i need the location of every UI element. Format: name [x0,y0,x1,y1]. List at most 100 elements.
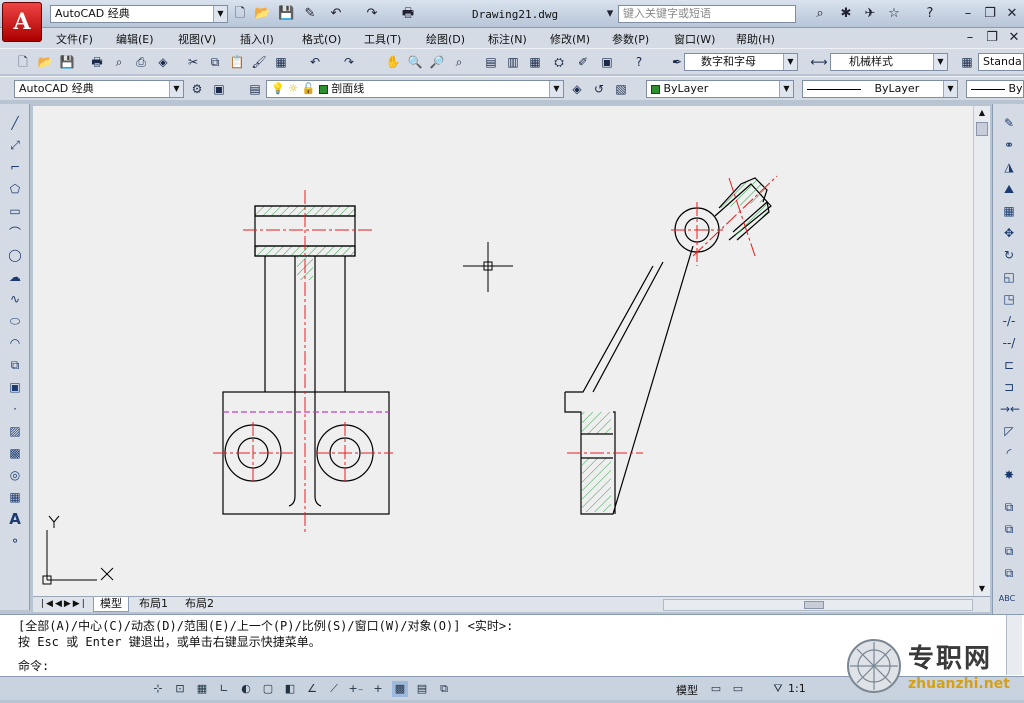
menu-edit[interactable]: 编辑(E) [116,31,154,47]
break-icon[interactable]: ⊐ [1000,378,1018,396]
chevron-down-icon[interactable]: ▼ [933,54,947,70]
layer-previous-icon[interactable]: ↺ [590,80,608,98]
hscroll-thumb[interactable] [804,601,824,609]
favorites-icon[interactable]: ☆ [886,6,902,22]
open-icon[interactable]: 📂 [254,6,270,22]
add-selected-icon[interactable]: ⚬ [6,532,24,550]
array-icon[interactable]: ▦ [1000,202,1018,220]
tab-model[interactable]: 模型 [93,597,129,612]
restore-icon[interactable]: ❐ [982,6,998,22]
markup-icon[interactable]: ✐ [574,53,592,71]
workspace-settings-icon[interactable]: ⚙ [188,80,206,98]
draworder-above-icon[interactable]: ⧉ [1000,542,1018,560]
dynamic-input-icon[interactable]: +₋ [348,681,364,697]
cut-icon[interactable]: ✂ [184,53,202,71]
zoom-previous-icon[interactable]: ⌕ [450,53,468,71]
plot-preview-icon[interactable]: ⌕ [110,53,128,71]
annotation-scale-value[interactable]: 1:1 [788,682,806,695]
polygon-icon[interactable]: ⬠ [6,180,24,198]
help-search-input[interactable]: 键入关键字或短语 [618,5,796,23]
undo-icon[interactable]: ↶ [328,6,344,22]
insert-block-icon[interactable]: ⧉ [6,356,24,374]
match-properties-icon[interactable]: 🖌 [250,53,268,71]
pan-icon[interactable]: ✋ [384,53,402,71]
scale-icon[interactable]: ◱ [1000,268,1018,286]
3d-dwf-icon[interactable]: ◈ [154,53,172,71]
dim-style-select[interactable]: 机械样式 ▼ [830,53,948,71]
menu-format[interactable]: 格式(O) [302,31,341,47]
move-icon[interactable]: ✥ [1000,224,1018,242]
quick-view-drawings-icon[interactable]: ▭ [730,681,746,697]
publish-icon[interactable]: ⎙ [132,53,150,71]
draworder-front-icon[interactable]: ⧉ [1000,498,1018,516]
help-icon[interactable]: ? [922,6,938,22]
communication-icon[interactable]: ✈ [862,6,878,22]
tool-palettes-icon[interactable]: ▦ [526,53,544,71]
scroll-down-arrow[interactable]: ▼ [974,582,990,596]
menu-file[interactable]: 文件(F) [56,31,93,47]
layer-select[interactable]: 💡 ☼ 🔓 剖面线 ▼ [266,80,564,98]
3d-object-snap-icon[interactable]: ◧ [282,681,298,697]
help-icon[interactable]: ? [630,53,648,71]
plot-icon[interactable]: 🖶 [88,53,106,71]
chevron-down-icon[interactable]: ▼ [213,6,227,22]
erase-icon[interactable]: ✎ [1000,114,1018,132]
tab-layout1[interactable]: 布局1 [133,597,174,612]
workspace-switcher[interactable]: AutoCAD 经典 ▼ [50,5,228,23]
make-block-icon[interactable]: ▣ [6,378,24,396]
chevron-down-icon[interactable]: ▼ [169,81,183,97]
command-prompt[interactable]: 命令: [18,657,49,674]
multiline-text-icon[interactable]: A [6,510,24,528]
horizontal-scrollbar[interactable] [663,599,973,611]
binoculars-icon[interactable]: ⌕ [812,6,828,22]
zoom-window-icon[interactable]: 🔎 [428,53,446,71]
tab-layout2[interactable]: 布局2 [179,597,220,612]
calculator-icon[interactable]: ▣ [598,53,616,71]
design-center-icon[interactable]: ▥ [504,53,522,71]
revision-cloud-icon[interactable]: ☁ [6,268,24,286]
menu-insert[interactable]: 插入(I) [240,31,274,47]
spline-icon[interactable]: ∿ [6,290,24,308]
table-style-icon[interactable]: ▦ [958,53,976,71]
grid-display-icon[interactable]: ▦ [194,681,210,697]
dim-style-icon[interactable]: ⟷ [810,53,828,71]
scroll-thumb[interactable] [976,122,988,136]
chamfer-icon[interactable]: ◸ [1000,422,1018,440]
arc-icon[interactable]: ⌒ [6,224,24,242]
region-icon[interactable]: ◎ [6,466,24,484]
snap-mode-icon[interactable]: ⊡ [172,681,188,697]
save-icon[interactable]: 💾 [58,53,76,71]
extend-icon[interactable]: --/ [1000,334,1018,352]
mirror-icon[interactable]: ◮ [1000,158,1018,176]
workspaces-select[interactable]: AutoCAD 经典 ▼ [14,80,184,98]
menu-parametric[interactable]: 参数(P) [612,31,649,47]
circle-icon[interactable]: ◯ [6,246,24,264]
table-icon[interactable]: ▦ [6,488,24,506]
ellipse-arc-icon[interactable]: ◠ [6,334,24,352]
lineweight-select[interactable]: By [966,80,1024,98]
block-editor-icon[interactable]: ▦ [272,53,290,71]
menu-view[interactable]: 视图(V) [178,31,216,47]
save-icon[interactable]: 💾 [278,6,294,22]
lineweight-icon[interactable]: + [370,681,386,697]
rotate-icon[interactable]: ↻ [1000,246,1018,264]
text-order-icon[interactable]: ABC [998,590,1016,608]
ortho-mode-icon[interactable]: ∟ [216,681,232,697]
text-style-select[interactable]: 数字和字母 ▼ [684,53,798,71]
zoom-realtime-icon[interactable]: 🔍 [406,53,424,71]
doc-close-icon[interactable]: ✕ [1006,30,1022,46]
doc-restore-icon[interactable]: ❐ [984,30,1000,46]
dropdown-icon[interactable]: ▾ [602,6,618,22]
redo-icon[interactable]: ↷ [364,6,380,22]
minimize-icon[interactable]: – [960,6,976,22]
offset-icon[interactable]: ⛰ [1000,180,1018,198]
chevron-down-icon[interactable]: ▼ [549,81,563,97]
draworder-under-icon[interactable]: ⧉ [1000,564,1018,582]
chevron-down-icon[interactable]: ▼ [779,81,793,97]
annotation-scale-icon[interactable]: ⛛ [770,681,786,697]
customize-icon[interactable]: ▣ [210,80,228,98]
linetype-select[interactable]: ByLayer ▼ [802,80,958,98]
plot-icon[interactable]: 🖶 [400,6,416,22]
properties-icon[interactable]: ▤ [482,53,500,71]
fillet-icon[interactable]: ◜ [1000,444,1018,462]
